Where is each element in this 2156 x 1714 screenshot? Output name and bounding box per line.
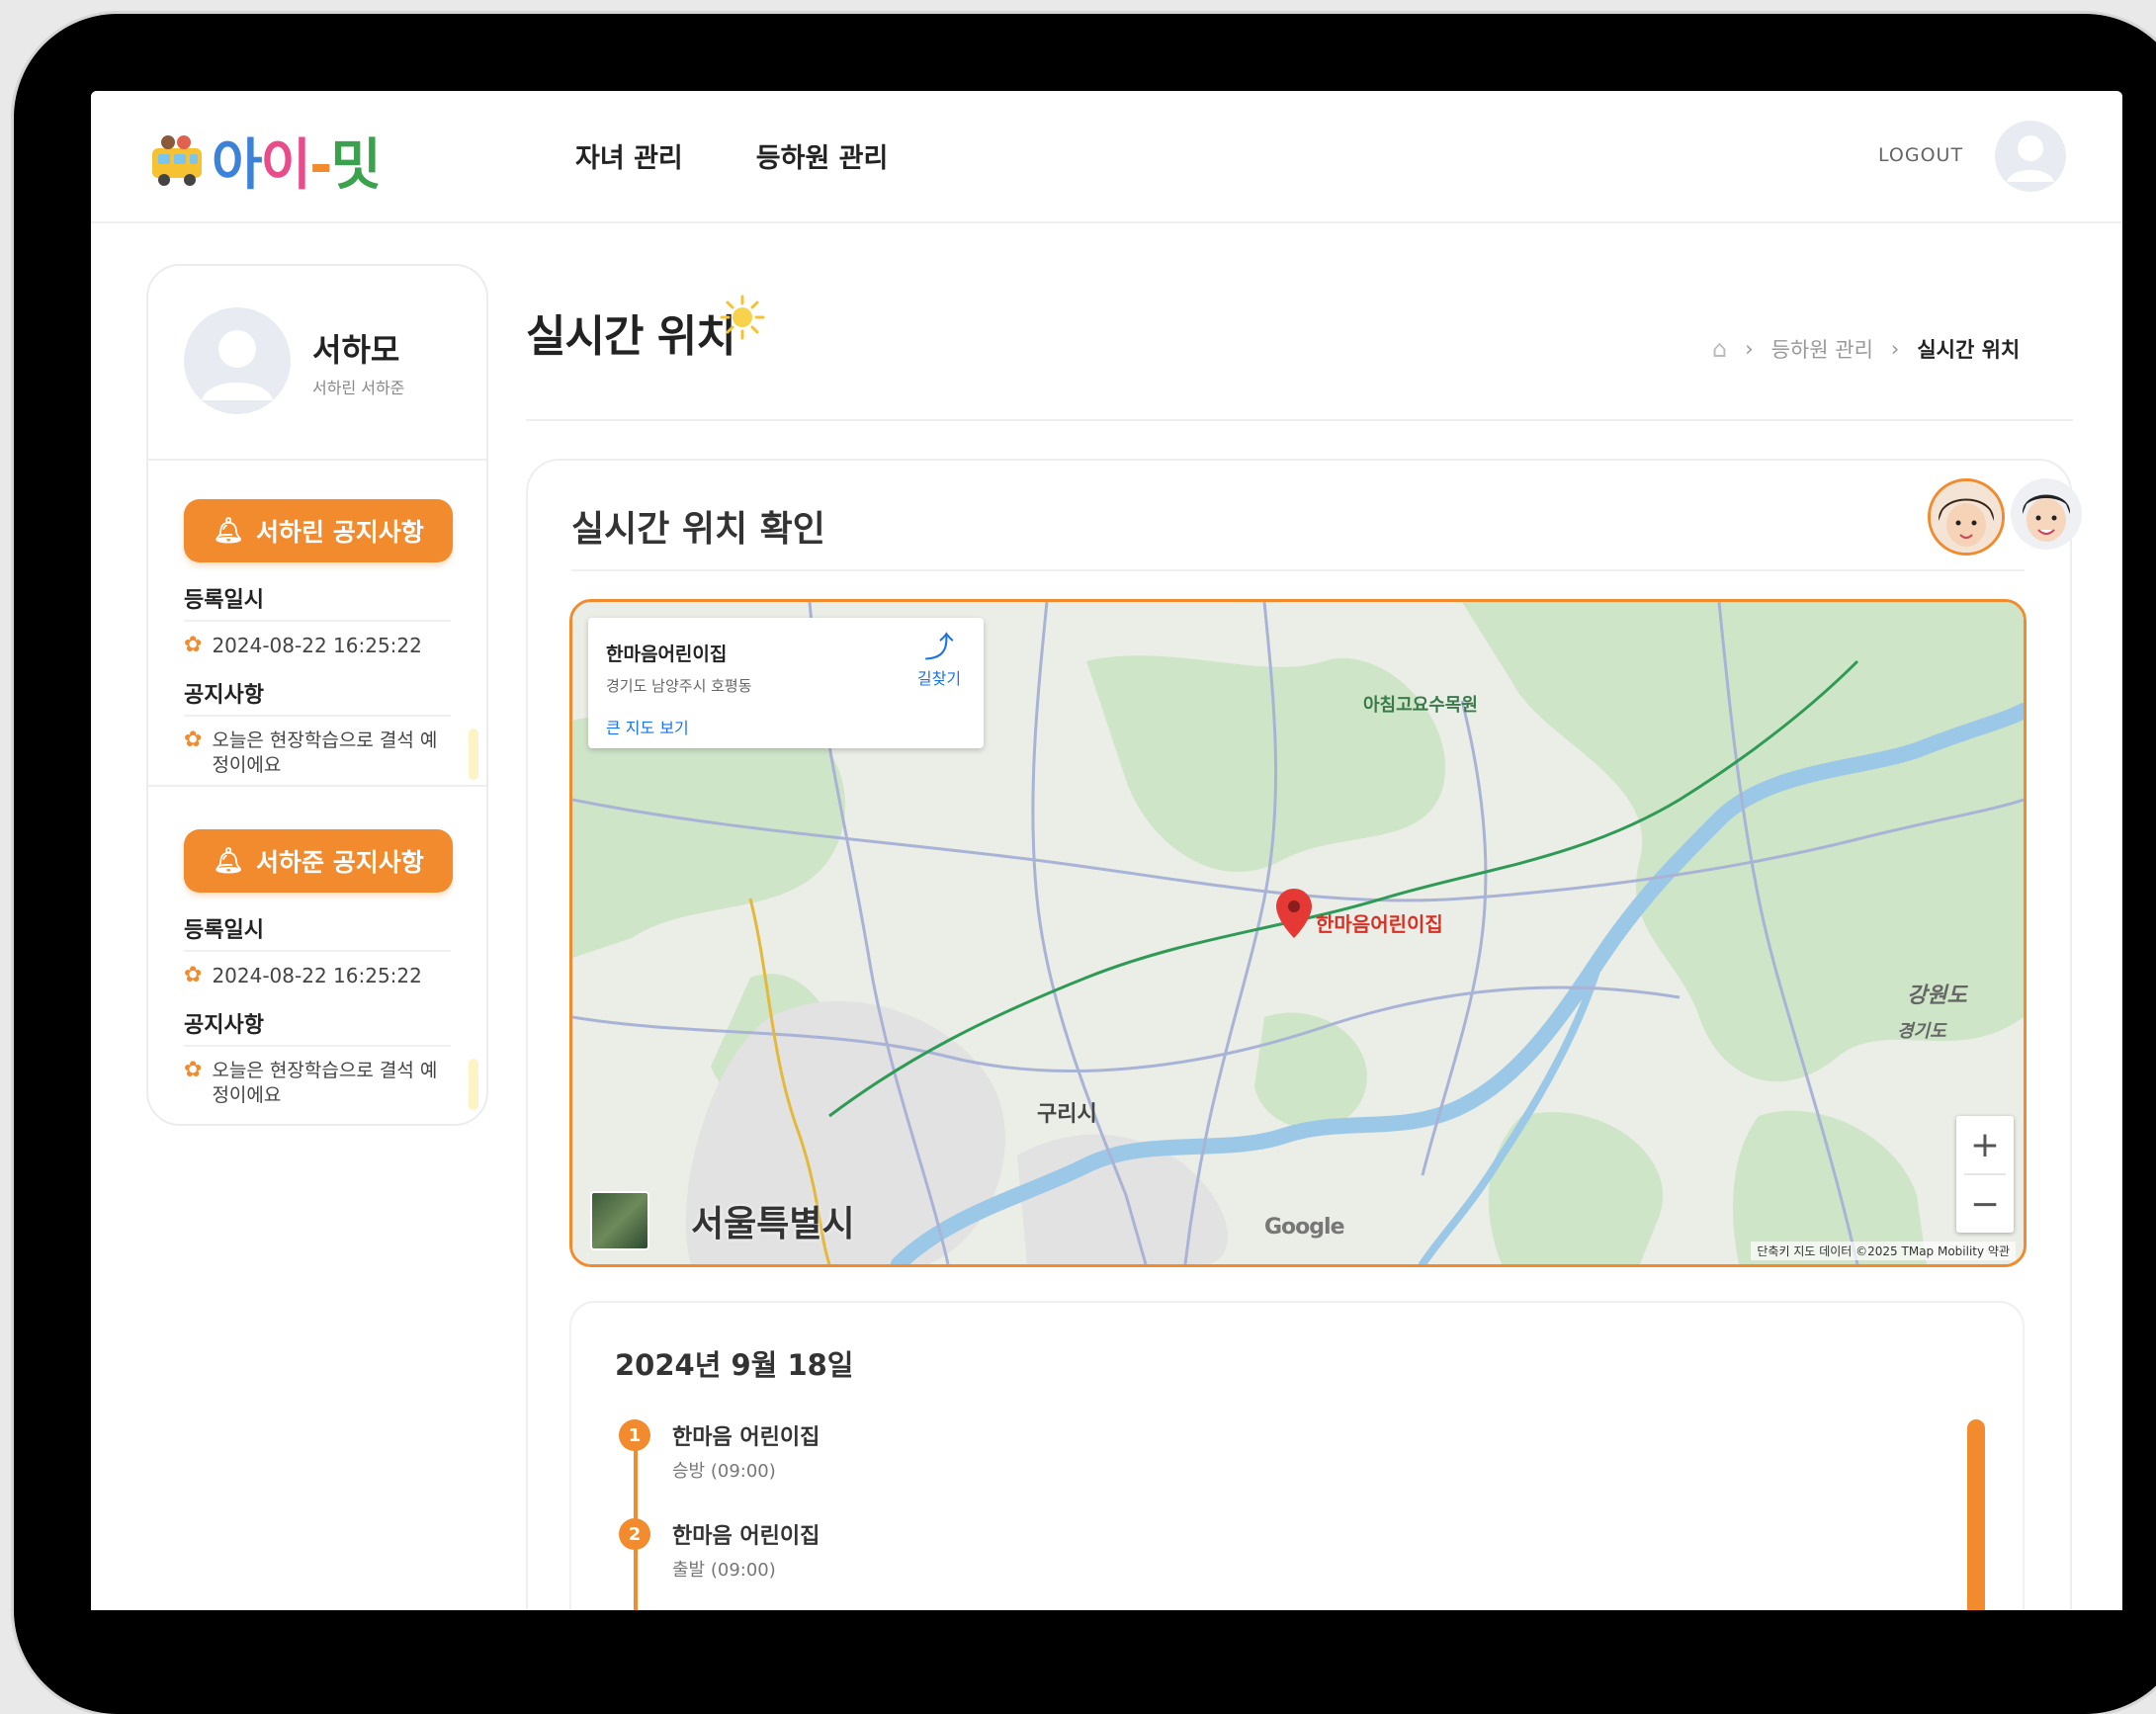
map-attribution[interactable]: 단축키 지도 데이터 ©2025 TMap Mobility 약관	[1751, 1242, 2016, 1260]
step-place: 한마음 어린이집	[672, 1524, 820, 1549]
location-card: 실시간 위치 확인 한마음어린이집 경기도 남양주시 호평동 큰 지도 보기 ⤴…	[526, 459, 2082, 1610]
notice-button-2[interactable]: 🔔︎ 서하준 공지사항	[184, 829, 453, 893]
child-avatar-1[interactable]	[1928, 478, 2005, 556]
child-avatar-2[interactable]	[2011, 478, 2082, 550]
profile-avatar-icon	[184, 307, 291, 414]
nav-attendance-management[interactable]: 등하원 관리	[756, 136, 889, 175]
notice-content-label: 공지사항	[184, 677, 451, 717]
notice-scrollbar[interactable]	[469, 728, 479, 780]
directions-button[interactable]: ⤴ 길찾기	[914, 632, 964, 689]
view-larger-map-link[interactable]: 큰 지도 보기	[606, 715, 689, 738]
place-address: 경기도 남양주시 호평동	[606, 677, 752, 695]
sidebar: 서하모 서하린 서하준 🔔︎ 서하린 공지사항 등록일시 ✿ 2024-08-2…	[146, 264, 488, 1126]
notice-content-row: ✿ 오늘은 현장학습으로 결석 예정이에요	[184, 728, 479, 780]
sun-icon	[720, 295, 765, 340]
map-label: 아침고요수목원	[1363, 695, 1478, 716]
app-logo[interactable]: 아이-밋	[146, 121, 382, 201]
title-divider	[526, 419, 2073, 421]
map-label: 강원도	[1907, 984, 1967, 1008]
bell-icon: 🔔︎	[213, 516, 245, 545]
step-status: 출발 (09:00)	[672, 1560, 776, 1581]
city-label: 서울특별시	[691, 1204, 855, 1244]
notice-date-label: 등록일시	[184, 912, 451, 952]
flower-icon: ✿	[184, 963, 203, 987]
timeline-scrollbar[interactable]	[1967, 1419, 1985, 1610]
child-face-icon	[1931, 481, 2002, 553]
notice-text: 오늘은 현장학습으로 결석 예정이에요	[212, 729, 438, 776]
breadcrumb-current: 실시간 위치	[1917, 338, 2021, 362]
notice-content-label: 공지사항	[184, 1007, 451, 1047]
profile-name: 서하모	[312, 331, 400, 369]
top-header: 아이-밋 자녀 관리 등하원 관리 LOGOUT	[91, 91, 2122, 223]
directions-icon: ⤴	[924, 631, 954, 665]
logo-text: 아이-밋	[212, 133, 382, 198]
chevron-right-icon: ›	[1745, 337, 1754, 361]
notice-date: 2024-08-22 16:25:22	[212, 964, 422, 987]
notice-content-row: ✿ 오늘은 현장학습으로 결석 예정이에요	[184, 1058, 479, 1110]
page-title: 실시간 위치	[526, 311, 736, 362]
profile-children: 서하린 서하준	[312, 379, 405, 397]
place-info-card: 한마음어린이집 경기도 남양주시 호평동 큰 지도 보기 ⤴ 길찾기	[588, 618, 984, 748]
map-pin-icon[interactable]	[1276, 889, 1312, 938]
zoom-in-button[interactable]: +	[1956, 1116, 2014, 1173]
timeline-date: 2024년 9월 18일	[615, 1348, 854, 1382]
breadcrumb: ⌂ › 등하원 관리 › 실시간 위치	[1712, 334, 2020, 364]
notice-block-1: 🔔︎ 서하린 공지사항 등록일시 ✿ 2024-08-22 16:25:22 공…	[184, 499, 479, 780]
marker-label: 한마음어린이집	[1316, 912, 1443, 936]
timeline-panel: 2024년 9월 18일 1 한마음 어린이집 승방 (09:00) 2 한마음…	[569, 1301, 2025, 1610]
main-nav: 자녀 관리 등하원 관리	[575, 136, 888, 175]
notice-text: 오늘은 현장학습으로 결석 예정이에요	[212, 1060, 438, 1106]
step-place: 한마음 어린이집	[672, 1425, 820, 1450]
notice-date-label: 등록일시	[184, 582, 451, 622]
notice-scrollbar[interactable]	[469, 1059, 479, 1110]
step-status: 승방 (09:00)	[672, 1461, 776, 1482]
map-label: 구리시	[1037, 1102, 1097, 1127]
bell-icon: 🔔︎	[213, 846, 245, 875]
directions-label: 길찾기	[916, 669, 962, 688]
satellite-toggle[interactable]	[590, 1191, 649, 1250]
notice-block-2: 🔔︎ 서하준 공지사항 등록일시 ✿ 2024-08-22 16:25:22 공…	[184, 829, 479, 1110]
flower-icon: ✿	[184, 728, 203, 752]
flower-icon: ✿	[184, 633, 203, 657]
sidebar-divider	[148, 785, 486, 787]
notice-button-1[interactable]: 🔔︎ 서하린 공지사항	[184, 499, 453, 562]
notice-date: 2024-08-22 16:25:22	[212, 634, 422, 657]
notice-date-row: ✿ 2024-08-22 16:25:22	[184, 633, 451, 658]
logout-button[interactable]: LOGOUT	[1878, 144, 1963, 166]
card-divider	[571, 569, 2025, 571]
user-avatar-icon[interactable]	[1995, 121, 2066, 192]
map-view[interactable]: 한마음어린이집 경기도 남양주시 호평동 큰 지도 보기 ⤴ 길찾기 한마음어린…	[569, 599, 2027, 1267]
card-title: 실시간 위치 확인	[571, 509, 825, 550]
notice-date-row: ✿ 2024-08-22 16:25:22	[184, 963, 451, 988]
google-logo: Google	[1264, 1215, 1344, 1240]
zoom-control: + −	[1956, 1116, 2014, 1233]
breadcrumb-item[interactable]: 등하원 관리	[1771, 334, 1873, 364]
map-label: 경기도	[1897, 1021, 1946, 1042]
app-screen: 아이-밋 자녀 관리 등하원 관리 LOGOUT 서하모 서하린 서하준 🔔︎ …	[91, 91, 2122, 1610]
chevron-right-icon: ›	[1890, 337, 1900, 361]
place-name: 한마음어린이집	[606, 643, 728, 665]
step-number: 2	[619, 1518, 650, 1550]
profile-section: 서하모 서하린 서하준	[148, 266, 486, 461]
flower-icon: ✿	[184, 1058, 203, 1082]
nav-child-management[interactable]: 자녀 관리	[575, 136, 683, 175]
zoom-out-button[interactable]: −	[1956, 1175, 2014, 1233]
child-face-icon	[2011, 478, 2082, 550]
school-bus-icon	[152, 134, 202, 186]
step-number: 1	[619, 1419, 650, 1451]
tablet-frame: 아이-밋 자녀 관리 등하원 관리 LOGOUT 서하모 서하린 서하준 🔔︎ …	[14, 14, 2156, 1714]
home-icon[interactable]: ⌂	[1712, 335, 1727, 363]
